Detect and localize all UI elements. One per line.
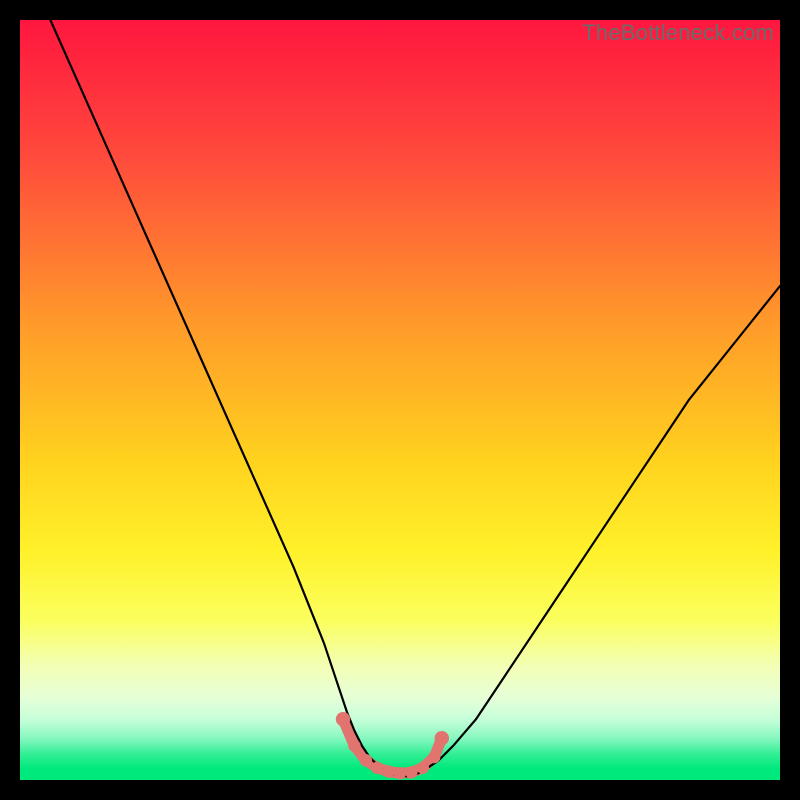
chart-frame: TheBottleneck.com [0,0,800,800]
marker-dot [382,765,394,777]
marker-dot [428,751,440,763]
marker-dot [435,731,449,745]
marker-dot [348,740,360,752]
watermark-text: TheBottleneck.com [582,20,774,46]
chart-svg [20,20,780,780]
gradient-rect [20,20,780,780]
marker-dot [336,712,350,726]
marker-dot [371,762,383,774]
marker-dot [417,762,429,774]
marker-dot [405,766,417,778]
marker-dot [394,767,406,779]
plot-area: TheBottleneck.com [20,20,780,780]
marker-dot [360,754,372,766]
